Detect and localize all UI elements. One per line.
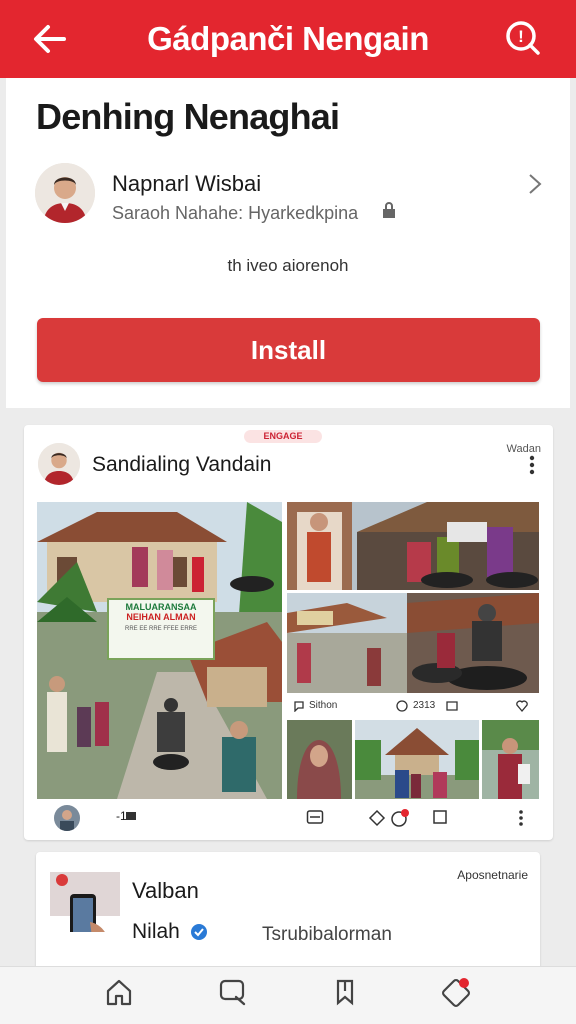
svg-text:!: ! <box>518 27 524 46</box>
photo-market-motorbikes[interactable] <box>287 502 539 590</box>
page-title: Gádpanči Nengain <box>147 20 429 57</box>
post-author[interactable]: Sandialing Vandain <box>92 453 271 477</box>
search-icon[interactable] <box>218 977 248 1007</box>
save-icon[interactable] <box>432 809 448 825</box>
photo-shopper[interactable] <box>482 720 539 799</box>
photo-woman-hijab[interactable] <box>287 720 352 799</box>
promo-sub: Nilah <box>132 920 180 943</box>
more-icon[interactable] <box>518 809 524 827</box>
photo-village-street[interactable]: MALUARANSAA NEIHAN ALMAN RRE EE RRE FFEE… <box>37 502 282 799</box>
publisher-name[interactable]: Napnarl Wisbai <box>112 171 261 197</box>
comment-icon[interactable] <box>395 699 409 713</box>
publisher-subtitle: Saraoh Nahahe: Hyarkedkpina <box>112 203 359 223</box>
photo-strip-info: Sithon 2313 <box>287 695 539 717</box>
message-icon[interactable] <box>306 809 324 825</box>
arrow-left-icon[interactable] <box>30 22 70 56</box>
photo-icon <box>126 812 136 820</box>
publisher-avatar[interactable] <box>35 163 95 223</box>
chat-icon[interactable] <box>293 700 305 712</box>
strip-left-label: Sithon <box>309 700 338 711</box>
bookmark-icon[interactable] <box>330 977 360 1007</box>
heart-icon[interactable] <box>515 699 529 713</box>
strip-count: 2313 <box>413 700 436 711</box>
photo-banner: MALUARANSAA NEIHAN ALMAN RRE EE RRE FFEE… <box>107 598 215 660</box>
app-card: Denhing Nenaghai Napnarl Wisbai Saraoh N… <box>6 78 570 408</box>
home-icon[interactable] <box>104 977 134 1007</box>
lock-icon <box>383 202 395 218</box>
post-card: ENGAGE Sandialing Vandain Wadan MALUARAN… <box>24 425 553 840</box>
reaction-icon[interactable] <box>390 808 410 828</box>
promo-right-text: Tsrubibalorman <box>262 924 392 945</box>
verified-badge-icon <box>191 924 207 940</box>
promo-name: Valban <box>132 878 199 903</box>
post-meta: Wadan <box>506 443 541 455</box>
install-button[interactable]: Install <box>37 318 540 382</box>
more-options-icon[interactable] <box>529 449 535 475</box>
promo-card[interactable]: Aposnetnarie Valban Nilah Tsrubibalorman <box>36 852 540 972</box>
app-bar: Gádpanči Nengain ! <box>0 0 576 78</box>
bottom-nav <box>0 966 576 1024</box>
phone-in-hand-image <box>50 872 120 932</box>
info-line: th iveo aiorenoh <box>227 256 349 275</box>
help-icon[interactable]: ! <box>504 19 542 57</box>
app-heading: Denhing Nenaghai <box>36 96 340 137</box>
comment-bubble-icon[interactable] <box>368 809 386 827</box>
notification-icon[interactable] <box>442 977 472 1007</box>
share-icon[interactable] <box>445 699 459 713</box>
promo-top-right: Aposnetnarie <box>457 868 528 882</box>
chevron-right-icon[interactable] <box>526 172 544 196</box>
photo-pavilion[interactable] <box>355 720 479 799</box>
author-avatar[interactable] <box>38 443 80 485</box>
post-tag: ENGAGE <box>244 430 322 443</box>
post-actions: -1 <box>24 803 553 833</box>
photo-street-riders[interactable] <box>287 593 539 693</box>
commenter-avatar[interactable] <box>54 805 80 831</box>
